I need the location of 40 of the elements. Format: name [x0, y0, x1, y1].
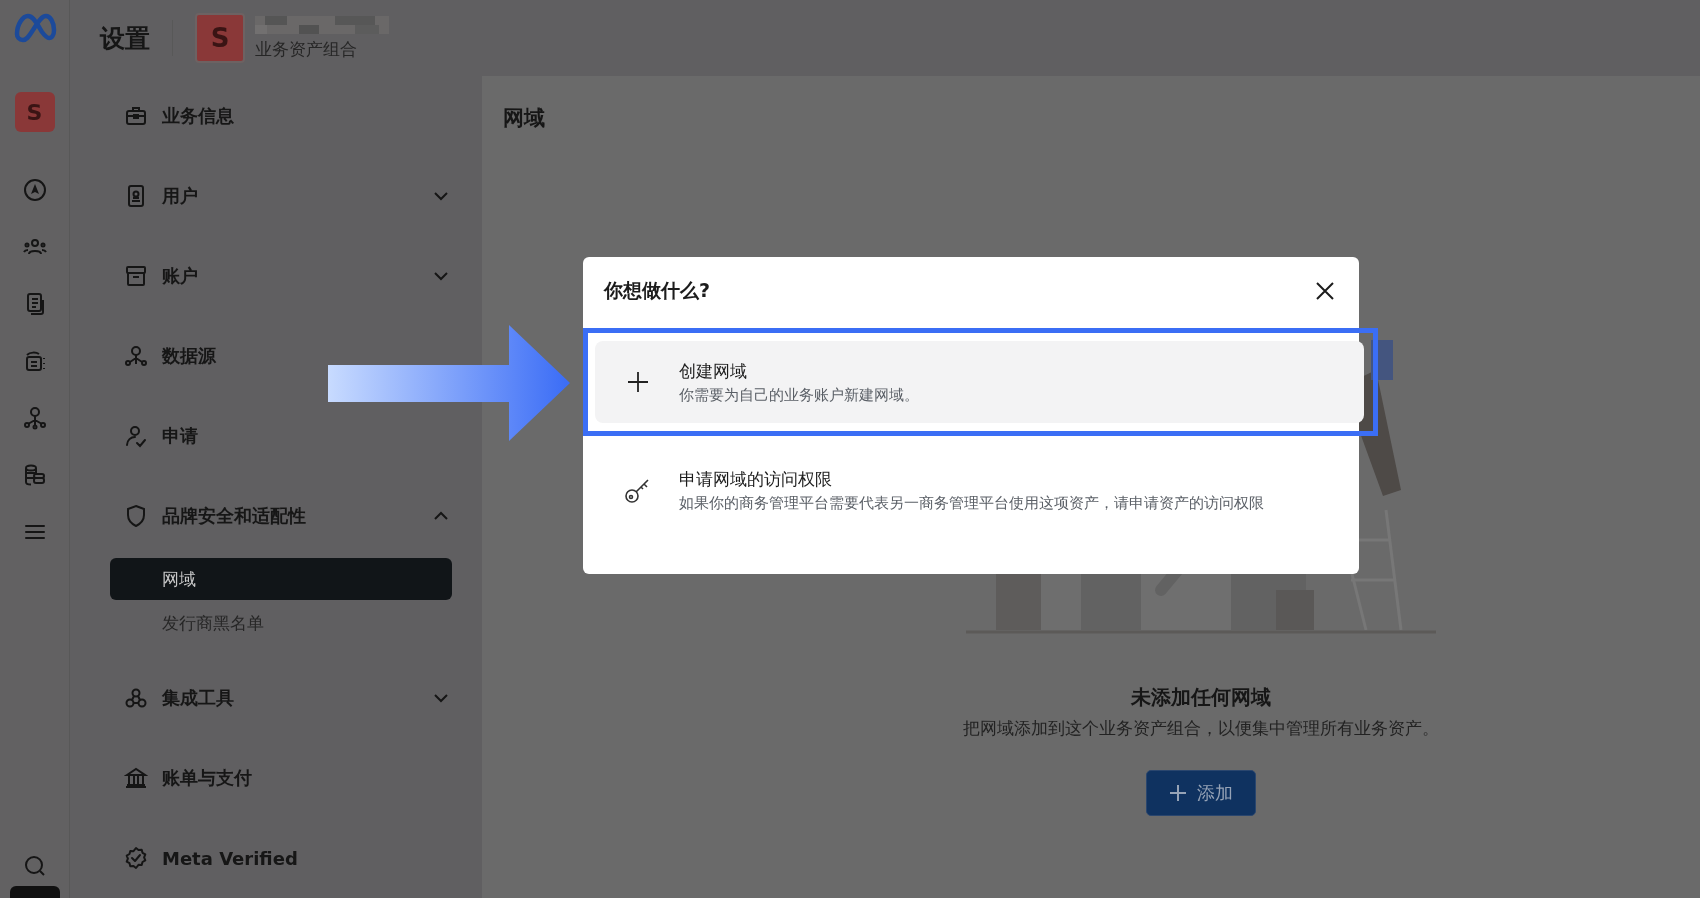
- sidebar-item[interactable]: 账单与支付: [124, 738, 452, 818]
- coins-icon[interactable]: [22, 463, 47, 487]
- compass-icon[interactable]: [22, 178, 47, 202]
- page-title: 设置: [100, 22, 150, 55]
- option-row[interactable]: 申请网域的访问权限 如果你的商务管理平台需要代表另一商务管理平台使用这项资产，请申请资产的访问权限: [583, 440, 1359, 540]
- sidebar-item[interactable]: 业务信息: [124, 76, 452, 156]
- empty-state-title: 未添加任何网域: [1131, 684, 1271, 711]
- rail-tab[interactable]: [9, 886, 60, 898]
- shield-icon: [124, 504, 148, 528]
- option-title: 申请网域的访问权限: [679, 467, 833, 491]
- option-title: 创建网域: [679, 359, 748, 383]
- add-button[interactable]: 添加: [1146, 770, 1256, 816]
- briefcase-icon: [124, 104, 148, 128]
- network-icon[interactable]: [22, 406, 47, 430]
- account-avatar[interactable]: S: [14, 92, 55, 132]
- sidebar-item[interactable]: 品牌安全和适配性: [124, 476, 452, 556]
- search-icon[interactable]: [22, 854, 47, 878]
- plus-icon: [1169, 784, 1187, 802]
- sidebar-item[interactable]: 账户: [124, 236, 452, 316]
- section-title: 网域: [503, 105, 546, 132]
- nodes-icon: [124, 686, 148, 710]
- empty-state-description: 把网域添加到这个业务资产组合，以便集中管理所有业务资产。: [963, 717, 1439, 740]
- badge-check-icon: [124, 846, 148, 870]
- option-description: 如果你的商务管理平台需要代表另一商务管理平台使用这项资产，请申请资产的访问权限: [679, 493, 1264, 513]
- person-check-icon: [124, 424, 148, 448]
- sidebar-item[interactable]: 用户: [124, 156, 452, 236]
- sidebar-item[interactable]: 集成工具: [124, 658, 452, 738]
- network-icon: [124, 344, 148, 368]
- option-row[interactable]: 创建网域 你需要为自己的业务账户新建网域。: [595, 341, 1364, 423]
- sidebar-subitem[interactable]: 发行商黑名单: [110, 602, 452, 644]
- archive-icon: [124, 264, 148, 288]
- sidebar-item[interactable]: 数据源: [124, 316, 452, 396]
- sidebar-subitem[interactable]: 网域: [110, 558, 452, 600]
- bank-icon: [124, 766, 148, 790]
- sidebar-item[interactable]: 申请: [124, 396, 452, 476]
- dialog-title: 你想做什么?: [604, 278, 711, 303]
- option-description: 你需要为自己的业务账户新建网域。: [679, 385, 919, 405]
- portfolio-avatar[interactable]: S: [195, 13, 245, 63]
- sidebar-item[interactable]: Meta Verified: [124, 818, 452, 898]
- portfolio-label: 业务资产组合: [255, 37, 358, 61]
